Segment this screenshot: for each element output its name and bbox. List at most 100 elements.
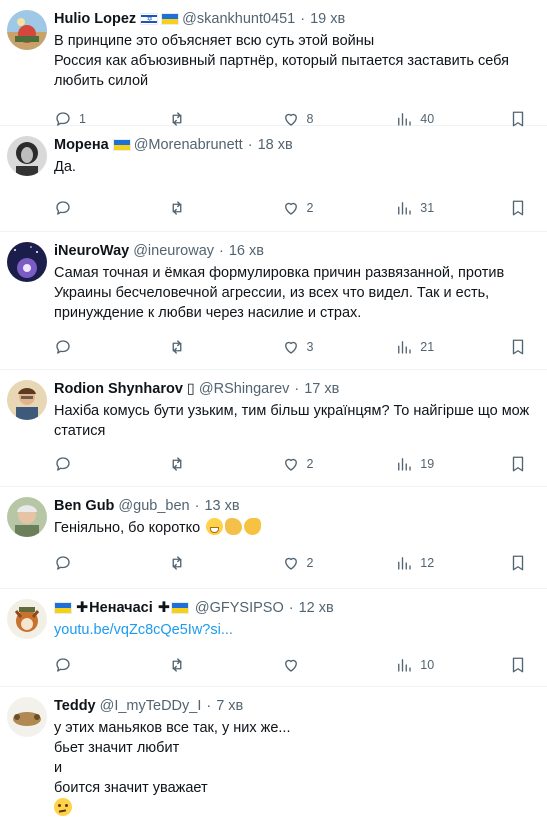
avatar[interactable] [7,136,47,176]
author-handle[interactable]: @Morenabrunett [134,137,243,153]
ukraine-flag-icon [170,602,189,614]
separator-dot: · [294,381,300,397]
retweet-button[interactable] [168,455,282,473]
text-line: Геніяльно, бо коротко [54,518,535,538]
timestamp[interactable]: 19 хв [310,11,345,27]
text-line: боится значит уважает [54,780,208,796]
retweet-button[interactable] [168,554,282,572]
views-icon [395,656,413,674]
like-icon [282,455,300,473]
timestamp[interactable]: 12 хв [299,600,334,616]
avatar[interactable] [7,10,47,50]
avatar[interactable] [7,497,47,537]
bookmark-button[interactable] [509,656,527,674]
reply-tweet[interactable]: Rodion Shynharov ▯ @RShingarev · 17 хв Н… [0,370,547,487]
views-button[interactable]: 19 [395,455,509,473]
reply-tweet[interactable]: Ben Gub @gub_ben · 13 хв Геніяльно, бо к… [0,487,547,589]
avatar[interactable] [7,599,47,639]
reply-tweet[interactable]: ✚ Неначасі ✚ @GFYSIPSO · 12 хв youtu.be/… [0,589,547,687]
author-name[interactable]: Неначасі [89,600,153,616]
author-handle[interactable]: @gub_ben [118,498,189,514]
view-count: 21 [420,340,435,354]
timestamp[interactable]: 18 хв [258,137,293,153]
bookmark-icon [509,656,527,674]
reply-tweet[interactable]: Hulio Lopez ✡ @skankhunt0451 · 19 хв В п… [0,0,547,127]
author-name[interactable]: Ben Gub [54,498,114,514]
tweet-text: В принципе это объясняет всю суть этой в… [54,31,535,91]
bookmark-icon [509,554,527,572]
separator-dot: · [300,11,306,27]
text-line: В принципе это объясняет всю суть этой в… [54,33,375,49]
author-name[interactable]: Teddy [54,698,96,714]
retweet-icon [168,338,186,356]
author-name[interactable]: Hulio Lopez [54,11,136,27]
reply-button[interactable] [54,338,168,356]
like-button[interactable]: 2 [282,455,396,473]
view-count: 10 [420,658,435,672]
retweet-button[interactable] [168,338,282,356]
timestamp[interactable]: 7 хв [216,698,243,714]
author-handle[interactable]: @ineuroway [133,243,214,259]
view-count: 31 [420,201,435,215]
tweet-text: Геніяльно, бо коротко [54,518,535,538]
reply-button[interactable] [54,554,168,572]
tweet-text: Да. [54,157,535,177]
like-button[interactable] [282,656,396,674]
bookmark-icon [509,199,527,217]
author-handle[interactable]: @skankhunt0451 [182,11,295,27]
text-line: бьет значит любит [54,740,180,756]
views-button[interactable]: 21 [395,338,509,356]
like-count: 2 [306,556,314,570]
views-button[interactable]: 12 [395,554,509,572]
avatar[interactable] [7,242,47,282]
author-handle[interactable]: @RShingarev [199,381,289,397]
reply-count: 1 [79,112,86,126]
ukraine-flag-icon [54,602,72,614]
timestamp[interactable]: 17 хв [304,381,339,397]
bookmark-icon [509,338,527,356]
text-line: Да. [54,159,76,175]
author-handle[interactable]: @I_myTeDDy_I [100,698,202,714]
retweet-icon [168,554,186,572]
reply-tweet[interactable]: Морена @Morenabrunett · 18 хв Да. 2 31 [0,126,547,232]
views-button[interactable]: 10 [395,656,509,674]
reply-icon [54,199,72,217]
separator-dot: · [288,600,294,616]
retweet-button[interactable] [168,199,282,217]
reply-button[interactable] [54,656,168,674]
bookmark-button[interactable] [509,199,527,217]
tweet-text: Нахіба комусь бути узьким, тим більш укр… [54,401,535,441]
youtube-link[interactable]: youtu.be/vqZc8cQe5Iw?si... [54,620,535,640]
reply-tweet[interactable]: iNeuroWay @ineuroway · 16 хв Самая точна… [0,232,547,370]
tweet-text: Самая точная и ёмкая формулировка причин… [54,263,535,323]
reply-button[interactable] [54,199,168,217]
like-button[interactable]: 2 [282,554,396,572]
bookmark-button[interactable] [509,338,527,356]
reply-button[interactable] [54,455,168,473]
bookmark-button[interactable] [509,554,527,572]
like-button[interactable]: 2 [282,199,396,217]
views-button[interactable]: 31 [395,199,509,217]
avatar[interactable] [7,697,47,737]
bookmark-button[interactable] [509,455,527,473]
like-button[interactable]: 3 [282,338,396,356]
retweet-button[interactable] [168,656,282,674]
timestamp[interactable]: 13 хв [204,498,239,514]
author-name[interactable]: iNeuroWay [54,243,129,259]
timestamp[interactable]: 16 хв [229,243,264,259]
separator-dot: · [194,498,200,514]
view-count: 19 [420,457,435,471]
author-name[interactable]: Rodion Shynharov ▯ [54,381,195,397]
author-name[interactable]: Морена [54,137,109,153]
reply-icon [54,554,72,572]
like-count: 3 [306,340,314,354]
author-handle[interactable]: @GFYSIPSO [195,600,284,616]
views-icon [395,554,413,572]
text-line: Украины бесчеловечной агрессии, из всех … [54,285,490,301]
replies-feed: Hulio Lopez ✡ @skankhunt0451 · 19 хв В п… [0,0,547,830]
avatar[interactable] [7,380,47,420]
bookmark-icon [509,455,527,473]
text-content: Геніяльно, бо коротко [54,520,201,536]
clapping-hands-icon [244,518,262,535]
reply-tweet[interactable]: Teddy @I_myTeDDy_I · 7 хв у этих маньяко… [0,687,547,830]
